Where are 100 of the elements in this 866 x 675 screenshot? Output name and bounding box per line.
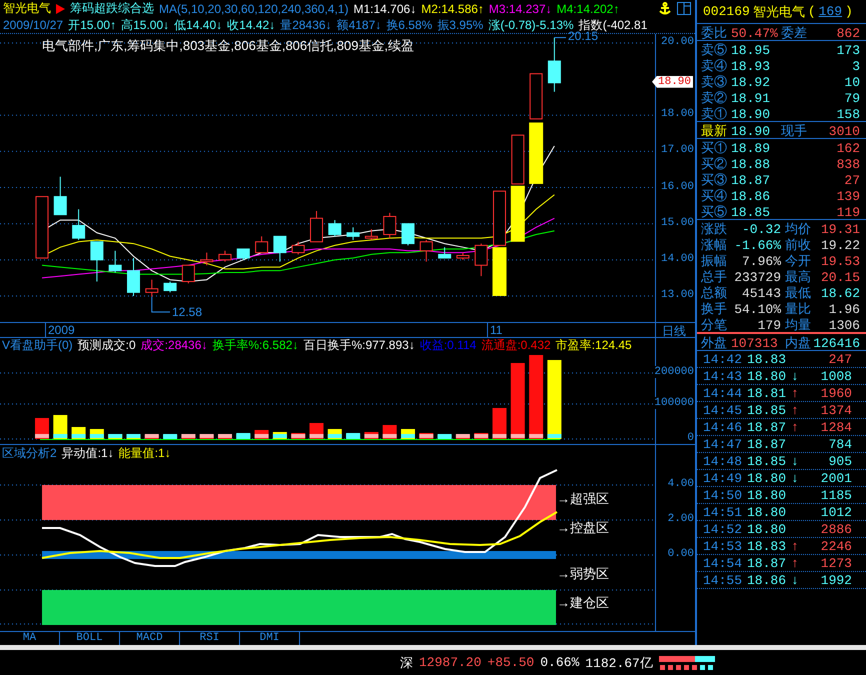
candlestick bbox=[402, 223, 414, 246]
ask-volume: 173 bbox=[836, 42, 860, 58]
quote-value: 18.90 bbox=[731, 124, 772, 138]
indicator-value: 量28436↓ bbox=[280, 16, 332, 34]
volume-bar bbox=[438, 434, 452, 438]
trade-arrow: ↑ bbox=[791, 538, 800, 554]
candlestick bbox=[328, 220, 342, 237]
ask-volume: 10 bbox=[844, 74, 860, 90]
period-label: 日线 bbox=[662, 323, 686, 340]
bar-date: 2009/10/27 bbox=[3, 18, 64, 32]
anchor-icon[interactable] bbox=[659, 2, 671, 15]
volume-tick: 100000 bbox=[653, 396, 694, 408]
indicator-value: 涨(-0.78)-5.13% bbox=[488, 16, 574, 32]
indicator-value: 百日换手%:977.893↓ bbox=[303, 336, 415, 354]
volume-bar bbox=[126, 434, 140, 438]
stock-code: 002169 bbox=[703, 4, 750, 19]
quote-value: 1.96 bbox=[828, 302, 860, 316]
bracket: ) bbox=[845, 4, 853, 19]
quote-value: 50.47% bbox=[731, 26, 779, 40]
indicator-value: 能量值:1↓ bbox=[118, 444, 171, 462]
quote-label: 最新 bbox=[701, 123, 728, 140]
trade-price: 18.83 bbox=[747, 352, 788, 366]
candlestick bbox=[108, 250, 122, 273]
trade-time: 14:49 bbox=[703, 470, 744, 486]
indicator-value: 振3.95% bbox=[437, 16, 484, 34]
quote-value: -1.66% bbox=[734, 238, 781, 252]
indicator-value: 额4187↓ bbox=[336, 16, 382, 34]
candlestick bbox=[200, 252, 214, 266]
candlestick bbox=[182, 264, 195, 284]
trade-volume: 784 bbox=[828, 436, 852, 452]
indicator-value: M4:14.202↑ bbox=[556, 2, 620, 16]
volume-bar bbox=[474, 432, 488, 438]
ask-label: 卖④ bbox=[701, 58, 728, 75]
cursor-icon bbox=[56, 4, 65, 14]
bid-volume: 27 bbox=[844, 172, 860, 188]
quote-label: 振幅 bbox=[701, 253, 728, 270]
volume-bar bbox=[346, 432, 360, 438]
indicator-value: 预测成交:0 bbox=[78, 336, 136, 354]
volume-bar bbox=[272, 432, 287, 438]
turnover-value: 1182.67亿 bbox=[585, 654, 653, 672]
bid-price: 18.87 bbox=[731, 172, 772, 188]
trade-volume: 1374 bbox=[820, 402, 852, 418]
indicator-value: 指数(-402.81 bbox=[578, 16, 648, 32]
window-icon[interactable] bbox=[677, 2, 691, 15]
trade-arrow: ↓ bbox=[791, 454, 800, 468]
trade-price: 18.80 bbox=[747, 368, 788, 384]
current-price-marker: 18.90 bbox=[652, 76, 694, 88]
volume-bar bbox=[254, 430, 269, 438]
candlestick bbox=[164, 281, 177, 293]
quote-value: 54.10% bbox=[734, 302, 781, 316]
zone-label: →弱势区 bbox=[557, 564, 609, 582]
bracket: ( bbox=[808, 4, 816, 19]
quote-value: 233729 bbox=[734, 270, 781, 284]
quote-value: 1306 bbox=[828, 318, 860, 332]
quote-label: 涨幅 bbox=[701, 237, 728, 254]
trade-volume: 1992 bbox=[820, 572, 852, 588]
trade-volume: 2246 bbox=[820, 538, 852, 554]
volume-bar bbox=[328, 428, 342, 438]
quote-value: 862 bbox=[836, 26, 860, 40]
signal-bar bbox=[529, 122, 544, 184]
indicator-value: 换手率%:6.582↓ bbox=[212, 336, 298, 354]
ask-price: 18.92 bbox=[731, 74, 772, 90]
volume-bar bbox=[144, 434, 159, 438]
volume-tick: 0 bbox=[686, 432, 694, 444]
candlestick bbox=[36, 196, 48, 259]
quote-value: 20.15 bbox=[820, 270, 860, 284]
volume-bar bbox=[53, 414, 68, 438]
zone-tick: 2.00 bbox=[666, 512, 694, 524]
trade-time: 14:46 bbox=[703, 420, 744, 434]
volume-tick: 200000 bbox=[653, 366, 694, 378]
candlestick bbox=[90, 241, 104, 282]
volume-bar bbox=[200, 434, 214, 438]
ask-price: 18.93 bbox=[731, 58, 772, 74]
quote-value: 179 bbox=[758, 318, 781, 332]
trade-arrow: ↑ bbox=[791, 402, 800, 418]
quote-value: 7.96% bbox=[742, 254, 781, 268]
quote-label: 总手 bbox=[701, 269, 728, 286]
date-label: 11 bbox=[487, 323, 502, 337]
signal-bar bbox=[510, 186, 525, 242]
bid-volume: 139 bbox=[836, 188, 860, 204]
quote-label: 最高 bbox=[784, 269, 812, 286]
related-count-link[interactable]: 169 bbox=[818, 4, 842, 19]
candlestick bbox=[310, 210, 323, 242]
bid-label: 买④ bbox=[701, 188, 728, 205]
trade-time: 14:48 bbox=[703, 454, 744, 468]
zone-tick: 0.00 bbox=[666, 548, 694, 560]
ask-volume: 79 bbox=[844, 90, 860, 106]
trade-time: 14:51 bbox=[703, 504, 744, 520]
candlestick bbox=[346, 226, 360, 240]
trade-arrow: ↓ bbox=[791, 368, 800, 384]
ask-volume: 158 bbox=[836, 106, 860, 122]
bid-label: 买⑤ bbox=[701, 204, 728, 221]
trade-price: 18.86 bbox=[747, 572, 788, 588]
indicator-title: V看盘助手(0) bbox=[2, 336, 73, 354]
quote-label: 量比 bbox=[784, 301, 812, 318]
quote-value: 19.53 bbox=[820, 254, 860, 268]
quote-label: 换手 bbox=[701, 301, 728, 318]
indicator-value: 成交:28436↓ bbox=[140, 336, 208, 354]
volume-bar bbox=[401, 428, 415, 438]
trade-volume: 2001 bbox=[820, 470, 852, 486]
